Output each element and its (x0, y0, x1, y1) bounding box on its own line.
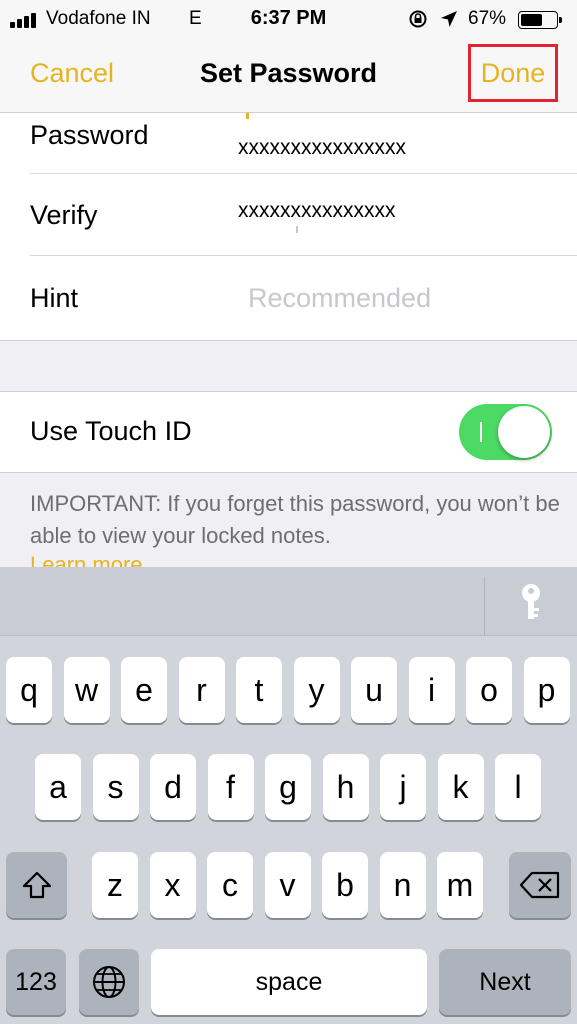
verify-field[interactable]: xxxxxxxxxxxxxxx (238, 199, 396, 223)
verify-label: Verify (30, 200, 98, 230)
shift-key[interactable] (6, 852, 67, 918)
key-t[interactable]: t (236, 657, 282, 723)
keyboard: qwertyuiop asdfghjkl zxcvbnm 123 space N… (0, 567, 577, 1024)
shift-icon (22, 871, 51, 899)
password-form: Password xxxxxxxxxxxxxxxx Verify xxxxxxx… (0, 113, 577, 341)
text-cursor (246, 113, 249, 119)
key-q[interactable]: q (6, 657, 52, 723)
key-i[interactable]: i (408, 657, 455, 723)
key-icon[interactable] (517, 583, 545, 623)
key-m[interactable]: m (437, 852, 483, 918)
globe-key[interactable] (79, 949, 139, 1015)
touch-id-toggle[interactable] (459, 404, 552, 460)
key-r[interactable]: r (178, 657, 225, 723)
password-field[interactable]: xxxxxxxxxxxxxxxx (238, 136, 406, 160)
numbers-key[interactable]: 123 (6, 949, 66, 1015)
space-key[interactable]: space (151, 949, 427, 1015)
password-label: Password (30, 120, 149, 150)
key-g[interactable]: g (265, 754, 311, 820)
keyboard-toolbar (0, 567, 577, 636)
key-s[interactable]: s (92, 754, 139, 820)
battery-percent: 67% (468, 8, 507, 29)
important-note: IMPORTANT: If you forget this password, … (30, 491, 560, 548)
key-b[interactable]: b (322, 852, 368, 918)
key-p[interactable]: p (523, 657, 570, 723)
key-c[interactable]: c (207, 852, 253, 918)
key-w[interactable]: w (63, 657, 110, 723)
hint-label: Hint (30, 283, 79, 313)
divider (30, 255, 577, 256)
key-o[interactable]: o (466, 657, 512, 723)
globe-icon (93, 966, 125, 998)
key-z[interactable]: z (92, 852, 138, 918)
key-u[interactable]: u (351, 657, 397, 723)
key-e[interactable]: e (121, 657, 167, 723)
key-y[interactable]: y (293, 657, 340, 723)
field-marker (296, 226, 298, 233)
status-bar: Vodafone IN E 6:37 PM 67% (0, 0, 577, 40)
backspace-icon (519, 871, 560, 899)
touch-id-row: Use Touch ID (0, 391, 577, 473)
key-l[interactable]: l (495, 754, 541, 820)
rotation-lock-icon (409, 10, 427, 28)
divider (30, 173, 577, 174)
hint-field[interactable]: Recommended (248, 283, 431, 314)
done-button[interactable]: Done (468, 44, 558, 102)
next-key[interactable]: Next (439, 949, 571, 1015)
key-j[interactable]: j (380, 754, 426, 820)
key-h[interactable]: h (322, 754, 369, 820)
key-k[interactable]: k (437, 754, 484, 820)
key-x[interactable]: x (149, 852, 196, 918)
key-v[interactable]: v (264, 852, 311, 918)
key-f[interactable]: f (207, 754, 254, 820)
key-a[interactable]: a (35, 754, 81, 820)
battery-icon (518, 11, 562, 29)
navigation-bar: Cancel Set Password Done (0, 40, 577, 113)
key-d[interactable]: d (150, 754, 196, 820)
backspace-key[interactable] (509, 852, 571, 918)
key-n[interactable]: n (379, 852, 426, 918)
touch-id-label: Use Touch ID (30, 416, 192, 446)
location-icon (441, 11, 457, 27)
